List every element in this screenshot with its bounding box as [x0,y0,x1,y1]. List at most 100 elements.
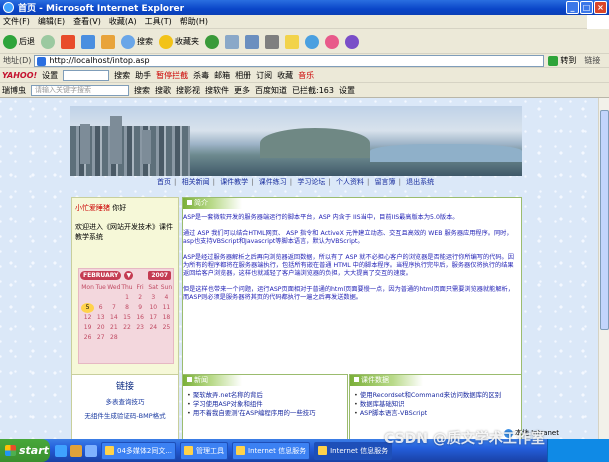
calendar-day[interactable]: 9 [134,303,147,313]
yahoo-music-button[interactable]: 音乐 [298,70,314,81]
yahoo-logo[interactable]: YAHOO! [2,71,37,80]
vertical-scrollbar[interactable] [598,98,609,444]
back-button[interactable]: 后退 [3,34,35,49]
calendar-day[interactable]: 16 [134,313,147,323]
yahoo-help-button[interactable]: 助手 [135,70,151,81]
yahoo-search-button[interactable]: 搜索 [114,70,130,81]
desktop-quicklaunch-icon[interactable] [85,444,97,457]
calendar-day[interactable]: 12 [81,313,94,323]
address-input[interactable]: http://localhost/intop.asp [34,54,545,67]
yahoo-album-button[interactable]: 相册 [235,70,251,81]
keyword-input[interactable]: 请输入关键字搜索 [31,84,129,96]
calendar-day[interactable]: 26 [81,333,94,343]
toolbar-soft-button[interactable]: 搜软件 [205,85,229,96]
start-button[interactable]: start [0,439,50,462]
home-icon[interactable] [101,34,115,49]
history-icon[interactable] [225,34,239,49]
calendar-day[interactable]: 13 [94,313,107,323]
calendar-day[interactable]: 2 [134,293,147,303]
toolbar-wiki-button[interactable]: 百度知道 [255,85,287,96]
calendar-day[interactable]: 27 [94,333,107,343]
toolbar-pic-button[interactable]: 搜影视 [176,85,200,96]
news-item[interactable]: 聚软故弄.net名称的背后 [187,391,316,400]
nav-forum[interactable]: 学习论坛 [297,178,325,186]
print-icon[interactable] [265,34,279,49]
calendar-day[interactable]: 25 [160,323,173,333]
popup-blocked-count[interactable]: 已拦截:163 [292,85,334,96]
link-item[interactable]: 多表查询技巧 [72,396,178,406]
calendar-day[interactable]: 3 [147,293,160,303]
calendar-day[interactable]: 4 [160,293,173,303]
yahoo-mail-button[interactable]: 邮箱 [214,70,230,81]
calendar-day[interactable]: 14 [107,313,120,323]
yahoo-search-input[interactable] [63,69,110,81]
media-icon[interactable] [205,34,219,49]
calendar-day[interactable]: 24 [147,323,160,333]
menu-tools[interactable]: 工具(T) [145,16,172,27]
forward-arrow-icon[interactable] [41,34,55,49]
yahoo-block-button[interactable]: 暂停拦截 [156,70,188,81]
calendar-day[interactable]: 28 [107,333,120,343]
yahoo-settings-button[interactable]: 设置 [42,70,58,81]
nav-profile[interactable]: 个人资料 [336,178,364,186]
news-item[interactable]: 用不着我自要测'在ASP编程序用的一些技巧 [187,409,316,418]
toolbar-setting-button[interactable]: 设置 [339,85,355,96]
nav-news[interactable]: 相关新闻 [182,178,210,186]
folder-icon[interactable] [285,34,299,49]
folder-quicklaunch-icon[interactable] [70,444,82,457]
menu-help[interactable]: 帮助(H) [180,16,208,27]
ie-quicklaunch-icon[interactable] [55,444,67,457]
minimize-button[interactable]: _ [566,1,579,14]
toolbar-video-button[interactable]: 搜歌 [155,85,171,96]
news-item[interactable]: 学习使用ASP对象和组件 [187,400,316,409]
calendar-year[interactable]: 2007 [148,271,172,280]
calendar-day[interactable]: 10 [147,303,160,313]
calendar-day[interactable]: 11 [160,303,173,313]
month-dropdown-icon[interactable]: ▼ [124,271,134,280]
calendar-day[interactable]: 15 [120,313,133,323]
calendar-day[interactable]: 22 [120,323,133,333]
calendar-day[interactable]: 17 [147,313,160,323]
menu-edit[interactable]: 编辑(E) [38,16,65,27]
refresh-icon[interactable] [81,34,95,49]
maximize-button[interactable]: □ [580,1,593,14]
window-titlebar[interactable]: 首页 - Microsoft Internet Explorer _ □ × [0,0,609,15]
menu-file[interactable]: 文件(F) [3,16,30,27]
nav-logout[interactable]: 退出系统 [406,178,434,186]
calendar-day[interactable]: 6 [94,303,107,313]
mail-icon[interactable] [245,34,259,49]
calendar-day[interactable]: 5 [81,303,95,313]
calendar-day[interactable]: 8 [120,303,133,313]
calendar-day[interactable]: 7 [107,303,120,313]
go-button[interactable]: 转到 [548,55,576,66]
calendar-day[interactable]: 1 [120,293,133,303]
toolbar-search-button[interactable]: 搜索 [134,85,150,96]
yahoo-kill-button[interactable]: 杀毒 [193,70,209,81]
menu-favorites[interactable]: 收藏(A) [109,16,137,27]
taskbar-item[interactable]: Internet 信息服务 [232,441,311,460]
course-item[interactable]: 数据库基础知识 [354,400,501,409]
nav-courseware[interactable]: 课件教学 [220,178,248,186]
calendar-day[interactable]: 20 [94,323,107,333]
links-toolbar-label[interactable]: 链接 [584,55,600,66]
nav-practice[interactable]: 课件练习 [259,178,287,186]
menu-view[interactable]: 查看(V) [73,16,101,27]
calendar-day[interactable]: 23 [134,323,147,333]
link-item[interactable]: 无组件生成验证码-BMP格式 [72,410,178,420]
taskbar-item[interactable]: 管理工具 [180,441,229,460]
toolbar-brand[interactable]: 瑞博虫 [2,85,26,96]
calendar-day[interactable]: 18 [160,313,173,323]
qq-icon[interactable] [345,34,359,49]
course-item[interactable]: ASP脚本语言-VBScript [354,409,501,418]
calendar-day[interactable]: 19 [81,323,94,333]
yahoo-read-button[interactable]: 订阅 [256,70,272,81]
stop-icon[interactable] [61,34,75,49]
toolbar-more-button[interactable]: 更多 [234,85,250,96]
taskbar-item[interactable]: 04多媒体2同文... [101,441,177,460]
nav-home[interactable]: 首页 [157,178,171,186]
research-icon[interactable] [325,34,339,49]
course-item[interactable]: 使用Recordset和Command来访问数据库的区别 [354,391,501,400]
messenger-icon[interactable] [305,34,319,49]
taskbar-item[interactable]: Internet 信息服务 [314,441,393,460]
search-button[interactable]: 搜索 [121,34,153,49]
